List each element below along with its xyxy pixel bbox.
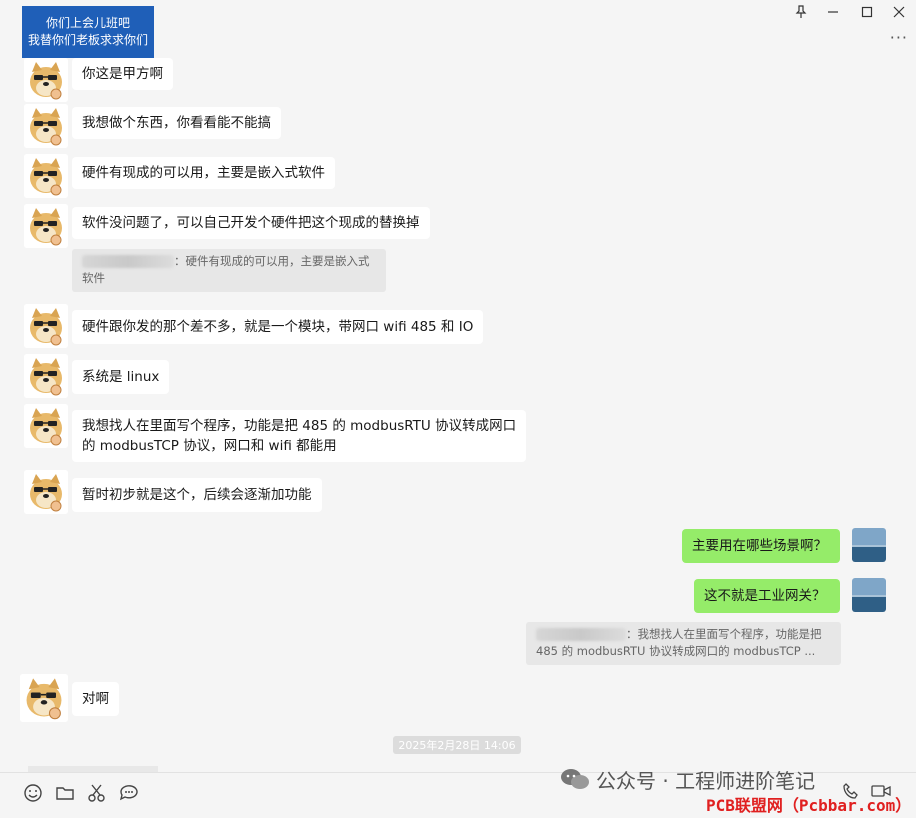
message-text: 软件没问题了，可以自己开发个硬件把这个现成的替换掉 bbox=[82, 215, 420, 231]
contact-avatar[interactable] bbox=[24, 354, 68, 398]
contact-avatar[interactable] bbox=[24, 204, 68, 248]
contact-avatar[interactable] bbox=[20, 674, 68, 722]
message-bubble[interactable]: 硬件有现成的可以用，主要是嵌入式软件 bbox=[72, 157, 335, 189]
timestamp-text: 2025年2月28日 14:06 bbox=[398, 739, 516, 752]
message-text-line: 我想找人在里面写个程序，功能是把 485 的 modbusRTU 协议转成网口 bbox=[82, 418, 517, 434]
contact-avatar[interactable] bbox=[24, 154, 68, 198]
my-message-bubble[interactable]: 这不就是工业网关？ bbox=[694, 579, 840, 613]
message-bubble[interactable]: 系统是 linux bbox=[72, 360, 170, 394]
my-avatar[interactable] bbox=[852, 528, 886, 562]
site-watermark: PCB联盟网（Pcbbar.com） bbox=[706, 793, 914, 815]
watermark-text: 公众号 · 工程师进阶笔记 bbox=[596, 768, 816, 793]
my-avatar[interactable] bbox=[852, 578, 886, 612]
message-text: 硬件有现成的可以用，主要是嵌入式软件 bbox=[82, 165, 325, 181]
badge-line-2: 我替你们老板求求你们 bbox=[27, 33, 148, 47]
quoted-message[interactable]: ：硬件有现成的可以用，主要是嵌入式软件 bbox=[72, 249, 386, 292]
site-watermark-text: PCB联盟网（Pcbbar.com） bbox=[706, 796, 912, 815]
contact-avatar[interactable] bbox=[24, 470, 68, 514]
message-bubble[interactable]: 暂时初步就是这个，后续会逐渐加功能 bbox=[72, 478, 322, 512]
scissors-icon[interactable] bbox=[86, 782, 108, 804]
message-bubble[interactable]: 软件没问题了，可以自己开发个硬件把这个现成的替换掉 bbox=[72, 207, 430, 239]
badge-line-1: 你们上会儿班吧 bbox=[45, 16, 130, 30]
message-bubble[interactable]: 硬件跟你发的那个差不多，就是一个模块，带网口 wifi 485 和 IO bbox=[72, 310, 484, 344]
message-bubble[interactable]: 对啊 bbox=[72, 682, 119, 716]
message-text: 我想做个东西，你看看能不能搞 bbox=[82, 115, 271, 131]
quote-text-line: ：我想找人在里面写个程序，功能是把 bbox=[626, 627, 822, 641]
my-message-bubble[interactable]: 主要用在哪些场景啊？ bbox=[682, 529, 840, 563]
message-text: 对啊 bbox=[82, 691, 109, 707]
message-text: 系统是 linux bbox=[82, 369, 160, 385]
message-text-line: 的 modbusTCP 协议，网口和 wifi 都能用 bbox=[82, 438, 337, 454]
message-text: 主要用在哪些场景啊？ bbox=[692, 538, 827, 554]
chat-bubble-icon[interactable] bbox=[118, 782, 140, 804]
emoji-icon[interactable] bbox=[22, 782, 44, 804]
message-bubble[interactable]: 我想做个东西，你看看能不能搞 bbox=[72, 107, 281, 139]
wechat-watermark: 公众号 · 工程师进阶笔记 bbox=[560, 766, 816, 793]
message-text: 硬件跟你发的那个差不多，就是一个模块，带网口 wifi 485 和 IO bbox=[82, 319, 474, 335]
close-icon[interactable] bbox=[888, 2, 910, 22]
minimize-icon[interactable] bbox=[822, 2, 844, 22]
contact-avatar[interactable] bbox=[24, 104, 68, 148]
quote-text-line: 485 的 modbusRTU 协议转成网口的 modbusTCP ... bbox=[536, 644, 816, 658]
message-bubble[interactable]: 我想找人在里面写个程序，功能是把 485 的 modbusRTU 协议转成网口 … bbox=[72, 410, 527, 462]
contact-avatar[interactable] bbox=[24, 58, 68, 102]
chat-title-badge: 你们上会儿班吧 我替你们老板求求你们 bbox=[22, 6, 154, 58]
message-text: 你这是甲方啊 bbox=[82, 66, 163, 82]
message-text: 这不就是工业网关？ bbox=[704, 588, 826, 604]
wechat-logo-icon bbox=[561, 769, 589, 789]
blurred-sender-name bbox=[82, 255, 174, 268]
contact-avatar[interactable] bbox=[24, 404, 68, 448]
more-options-button[interactable]: ··· bbox=[890, 28, 908, 47]
blurred-sender-name bbox=[536, 628, 626, 641]
folder-icon[interactable] bbox=[54, 782, 76, 804]
message-bubble[interactable]: 你这是甲方啊 bbox=[72, 58, 173, 90]
pin-icon[interactable] bbox=[790, 2, 812, 22]
message-text: 暂时初步就是这个，后续会逐渐加功能 bbox=[82, 487, 312, 503]
contact-avatar[interactable] bbox=[24, 304, 68, 348]
maximize-icon[interactable] bbox=[856, 2, 878, 22]
quoted-message[interactable]: ：我想找人在里面写个程序，功能是把 485 的 modbusRTU 协议转成网口… bbox=[526, 622, 841, 665]
timestamp-divider: 2025年2月28日 14:06 bbox=[393, 736, 521, 754]
